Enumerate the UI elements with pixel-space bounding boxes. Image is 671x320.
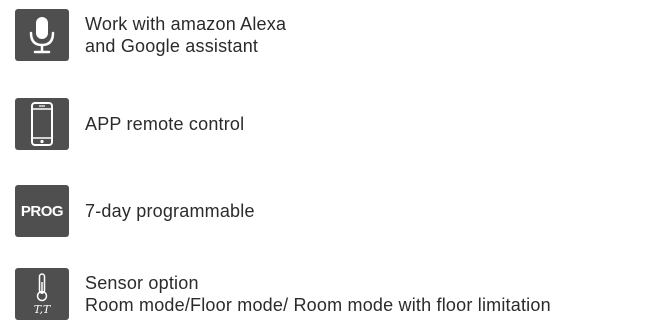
feature-app-remote: APP remote control bbox=[15, 98, 244, 150]
smartphone-icon bbox=[15, 98, 69, 150]
feature-line: Room mode/Floor mode/ Room mode with flo… bbox=[85, 295, 551, 315]
feature-line: 7-day programmable bbox=[85, 201, 255, 221]
features-page: { "features": [ { "icon": "microphone-ic… bbox=[0, 0, 671, 320]
feature-line: and Google assistant bbox=[85, 36, 259, 56]
feature-app-remote-text: APP remote control bbox=[85, 113, 244, 135]
feature-programmable-text: 7-day programmable bbox=[85, 200, 255, 222]
feature-sensor-option-text: Sensor option Room mode/Floor mode/ Room… bbox=[85, 272, 551, 316]
microphone-icon bbox=[15, 9, 69, 61]
sensor-icon-label: T,T bbox=[34, 303, 52, 316]
temperature-sensor-icon: T,T bbox=[15, 268, 69, 320]
feature-line: Work with amazon Alexa bbox=[85, 14, 287, 34]
feature-voice-assistant: Work with amazon Alexa and Google assist… bbox=[15, 9, 286, 61]
feature-programmable: PROG 7-day programmable bbox=[15, 185, 255, 237]
feature-line: APP remote control bbox=[85, 114, 245, 134]
feature-voice-assistant-text: Work with amazon Alexa and Google assist… bbox=[85, 13, 286, 57]
prog-icon-label: PROG bbox=[21, 203, 63, 220]
feature-line: Sensor option bbox=[85, 273, 199, 293]
prog-icon: PROG bbox=[15, 185, 69, 237]
feature-sensor-option: T,T Sensor option Room mode/Floor mode/ … bbox=[15, 268, 551, 320]
